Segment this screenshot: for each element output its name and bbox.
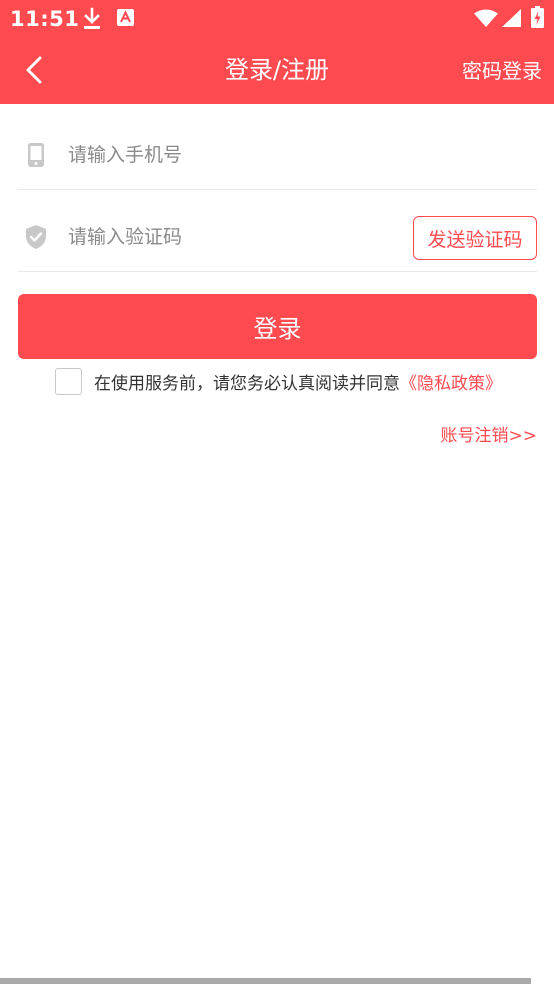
battery-icon xyxy=(531,6,544,28)
download-icon xyxy=(84,7,100,29)
phone-icon xyxy=(28,143,44,167)
status-bar: 11:51 xyxy=(0,0,554,38)
status-time: 11:51 xyxy=(10,7,80,31)
app-notification-icon xyxy=(117,9,134,26)
phone-input[interactable] xyxy=(68,136,398,174)
code-row: 发送验证码 xyxy=(18,190,537,272)
code-input[interactable] xyxy=(68,218,398,256)
phone-row xyxy=(18,108,537,190)
send-code-button[interactable]: 发送验证码 xyxy=(413,216,537,260)
header: 登录/注册 密码登录 xyxy=(0,38,554,104)
agreement-row: 在使用服务前，请您务必认真阅读并同意 《隐私政策》 xyxy=(55,367,502,395)
password-login-link[interactable]: 密码登录 xyxy=(462,57,542,85)
cancel-account-link[interactable]: 账号注销>> xyxy=(441,421,538,446)
agree-checkbox[interactable] xyxy=(55,367,82,395)
navigation-bar-indicator xyxy=(0,978,531,984)
signal-icon xyxy=(502,9,521,27)
top-area: 11:51 登录/注册 密码登录 xyxy=(0,0,554,104)
login-button[interactable]: 登录 xyxy=(18,294,537,359)
agreement-text: 在使用服务前，请您务必认真阅读并同意 xyxy=(94,373,400,394)
shield-icon xyxy=(26,225,46,249)
wifi-icon xyxy=(474,9,498,27)
privacy-policy-link[interactable]: 《隐私政策》 xyxy=(400,369,502,394)
login-screen: 11:51 登录/注册 密码登录 请输入手机号 请输入验证码 发送验证码 登录 … xyxy=(0,0,554,984)
